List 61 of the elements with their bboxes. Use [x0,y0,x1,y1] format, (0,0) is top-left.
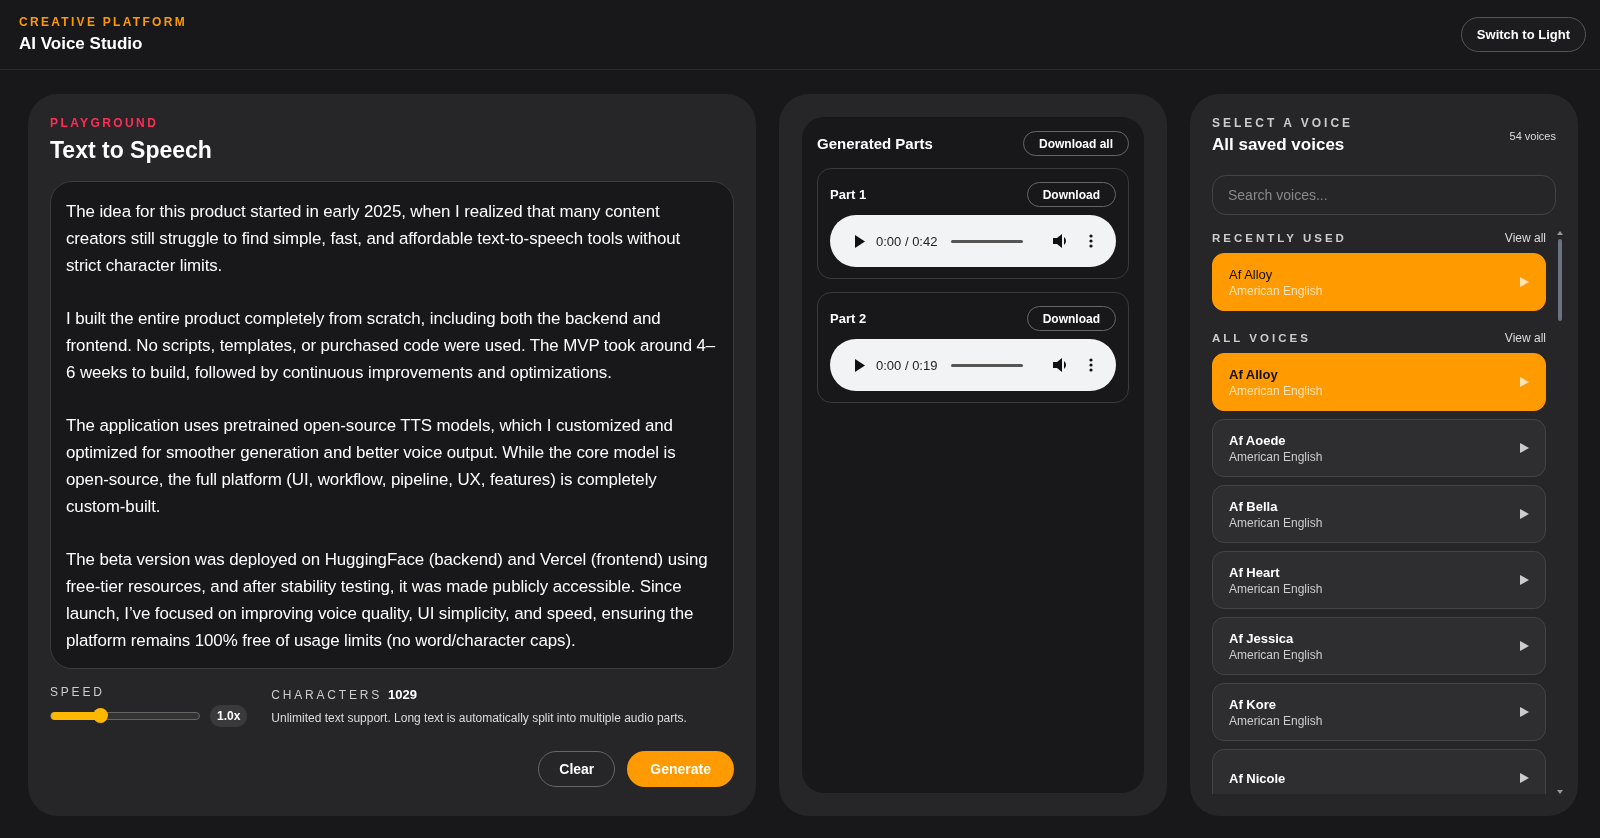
theme-toggle-button[interactable]: Switch to Light [1460,17,1586,52]
voice-language: American English [1229,647,1323,662]
part-title: Part 1 [830,187,867,202]
play-icon[interactable] [854,234,866,248]
voice-item[interactable]: Af Alloy American English [1212,353,1546,411]
search-field[interactable]: Search voices... [1212,175,1556,215]
voice-name: Af Jessica [1229,630,1295,646]
voice-item[interactable]: Af Heart American English [1212,551,1546,609]
voice-name: Af Kore [1229,696,1277,712]
panel-title: Generated Parts [817,135,933,152]
slider-thumb[interactable] [93,708,109,723]
voice-name: Af Aoede [1229,432,1287,448]
voice-item[interactable]: Af Bella American English [1212,485,1546,543]
voice-item[interactable]: Af Nicole [1212,749,1546,794]
voice-name: Af Alloy [1229,366,1279,382]
section-label: ALL VOICES [1212,332,1311,344]
scrollbar-thumb[interactable] [1558,239,1562,321]
scroll-down-icon[interactable] [1557,790,1563,794]
play-icon[interactable] [1520,575,1529,585]
voice-item[interactable]: Af Kore American English [1212,683,1546,741]
voice-item[interactable]: Af Jessica American English [1212,617,1546,675]
audio-time: 0:00 / 0:42 [876,233,938,249]
section-label: RECENTLY USED [1212,232,1347,244]
voice-language: American English [1229,449,1323,464]
voice-name: Af Heart [1229,564,1281,580]
speed-reading: 1.0x [210,705,248,727]
play-icon[interactable] [854,358,866,372]
more-icon[interactable] [1089,234,1094,248]
scroll-up-icon[interactable] [1557,231,1563,235]
character-count: 1029 [388,687,417,702]
view-all-link[interactable]: View all [1504,231,1546,245]
voice-language: American English [1229,713,1323,728]
play-icon[interactable] [1520,509,1529,519]
voice-count: 54 voices [1509,130,1556,144]
panel-title: Text to Speech [50,137,213,164]
help-text: Unlimited text support. Long text is automatically split into multiple audio parts. [271,711,687,725]
brand-eyebrow: CREATIVE PLATFORM [19,15,187,29]
voice-item[interactable]: Af Aoede American English [1212,419,1546,477]
voice-item[interactable]: Af Alloy American English [1212,253,1546,311]
text-input[interactable]: The idea for this product started in early 2025, when I realized that many content creators still struggle to find simple, fast, and affordable text-to-speech tools without strict character limits. I built the entire product completely from scratch, including both the backend and frontend. No scripts, templates, or purchased code were used. The MVP took around 4–6 weeks to build, followed by continuous improvements and optimizations. The application uses pretrained open-source TTS models, which I customized and optimized for smoother generation and better voice output. While the core model is open-source, the full platform (UI, workflow, pipeline, UX, features) is completely custom-built. The beta version was deployed on HuggingFace (backend) and Vercel (frontend) using free-tier resources, and after stability testing, it was made publicly accessible. Since launch, I’ve focused on improving voice quality, UI simplicity, and speed, ensuring the platform remains 100% free of usage limits (no word/character caps). [50,181,734,669]
section-eyebrow: PLAYGROUND [50,116,160,130]
play-icon[interactable] [1520,443,1529,453]
voice-language: American English [1229,515,1323,530]
speed-label: SPEED [50,685,106,699]
voice-language: American English [1229,581,1323,596]
voice-name: Af Nicole [1229,770,1286,786]
voice-name: Af Alloy [1229,266,1274,282]
play-icon[interactable] [1520,641,1529,651]
play-icon[interactable] [1520,707,1529,717]
more-icon[interactable] [1089,358,1094,372]
panel-title: All saved voices [1212,135,1346,155]
voice-name: Af Bella [1229,498,1279,514]
voice-language: American English [1229,283,1323,298]
voice-language: American English [1229,383,1323,398]
play-icon[interactable] [1520,773,1529,783]
view-all-link[interactable]: View all [1504,331,1546,345]
audio-time: 0:00 / 0:19 [876,357,938,373]
section-eyebrow: SELECT A VOICE [1212,116,1354,130]
app-title: AI Voice Studio [19,34,144,54]
part-title: Part 2 [830,311,867,326]
characters-label: CHARACTERS [271,688,383,702]
